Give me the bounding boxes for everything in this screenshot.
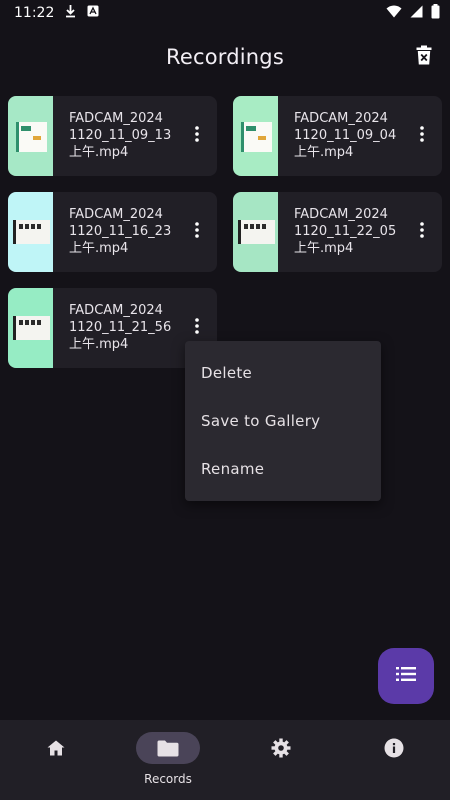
recording-name-line: 1120_11_16_23 <box>69 224 172 239</box>
recording-name-line: FADCAM_2024 <box>294 207 388 222</box>
more-options-button[interactable] <box>187 220 207 244</box>
video-thumbnail[interactable] <box>8 96 53 176</box>
recording-name-line: FADCAM_2024 <box>294 111 388 126</box>
recording-name-line: 上午.mp4 <box>294 145 354 160</box>
nav-records-label: Records <box>144 772 192 786</box>
recording-card[interactable]: FADCAM_2024 1120_11_09_13 上午.mp4 <box>8 96 217 176</box>
app-notification-icon <box>87 5 99 21</box>
recording-card[interactable]: FADCAM_2024 1120_11_09_04 上午.mp4 <box>233 96 442 176</box>
page-title: Recordings <box>166 45 284 69</box>
menu-item-rename[interactable]: Rename <box>201 460 264 478</box>
bottom-navigation: Records <box>0 720 450 800</box>
status-right <box>386 3 440 23</box>
status-time: 11:22 <box>14 5 55 21</box>
more-options-button[interactable] <box>187 124 207 148</box>
recording-name-line: 1120_11_09_04 <box>294 128 397 143</box>
delete-all-button[interactable] <box>410 43 438 71</box>
folder-icon <box>136 732 200 764</box>
status-left: 11:22 <box>14 4 99 22</box>
list-icon <box>396 666 416 686</box>
app-bar: Recordings <box>0 26 450 88</box>
recording-card[interactable]: FADCAM_2024 1120_11_22_05 上午.mp4 <box>233 192 442 272</box>
status-bar: 11:22 <box>0 0 450 26</box>
recording-name: FADCAM_2024 1120_11_09_13 上午.mp4 <box>69 110 187 161</box>
more-vert-icon <box>420 126 424 146</box>
video-thumbnail[interactable] <box>8 288 53 368</box>
recording-card[interactable]: FADCAM_2024 1120_11_16_23 上午.mp4 <box>8 192 217 272</box>
video-thumbnail[interactable] <box>233 96 278 176</box>
more-vert-icon <box>420 222 424 242</box>
download-icon <box>64 4 77 22</box>
home-icon <box>24 732 88 764</box>
gear-icon <box>249 732 313 764</box>
more-options-button[interactable] <box>412 124 432 148</box>
menu-item-delete[interactable]: Delete <box>201 364 252 382</box>
recording-name-line: 上午.mp4 <box>69 145 129 160</box>
menu-item-save-to-gallery[interactable]: Save to Gallery <box>201 412 320 430</box>
recording-name-line: 上午.mp4 <box>294 241 354 256</box>
more-vert-icon <box>195 222 199 242</box>
more-options-button[interactable] <box>187 316 207 340</box>
recording-name-line: FADCAM_2024 <box>69 111 163 126</box>
more-vert-icon <box>195 126 199 146</box>
info-icon <box>362 732 426 764</box>
recording-name: FADCAM_2024 1120_11_16_23 上午.mp4 <box>69 206 187 257</box>
recording-name-line: 上午.mp4 <box>69 241 129 256</box>
more-options-button[interactable] <box>412 220 432 244</box>
signal-icon <box>410 5 423 22</box>
battery-icon <box>431 3 440 23</box>
recording-name-line: 1120_11_21_56 <box>69 320 172 335</box>
recording-name: FADCAM_2024 1120_11_09_04 上午.mp4 <box>294 110 412 161</box>
context-menu: Delete Save to Gallery Rename <box>185 341 381 501</box>
recording-name-line: FADCAM_2024 <box>69 303 163 318</box>
nav-home[interactable] <box>0 720 112 800</box>
video-thumbnail[interactable] <box>233 192 278 272</box>
nav-records[interactable]: Records <box>112 720 224 800</box>
recording-name-line: FADCAM_2024 <box>69 207 163 222</box>
view-mode-fab[interactable] <box>378 648 434 704</box>
nav-settings[interactable] <box>225 720 337 800</box>
recording-name: FADCAM_2024 1120_11_21_56 上午.mp4 <box>69 302 187 353</box>
nav-about[interactable] <box>338 720 450 800</box>
recording-name-line: 上午.mp4 <box>69 337 129 352</box>
recording-name-line: 1120_11_09_13 <box>69 128 172 143</box>
recording-name-line: 1120_11_22_05 <box>294 224 397 239</box>
recording-name: FADCAM_2024 1120_11_22_05 上午.mp4 <box>294 206 412 257</box>
wifi-icon <box>386 5 402 22</box>
more-vert-icon <box>195 318 199 338</box>
trash-icon <box>416 45 432 69</box>
video-thumbnail[interactable] <box>8 192 53 272</box>
